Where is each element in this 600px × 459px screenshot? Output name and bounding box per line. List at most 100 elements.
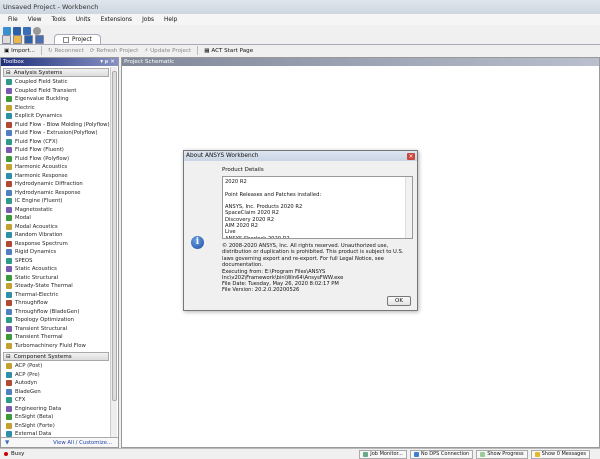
system-icon: [6, 266, 12, 273]
toolbox-item[interactable]: Electric: [1, 104, 118, 113]
system-icon: [6, 189, 12, 196]
show-messages-button[interactable]: Show 0 Messages: [530, 449, 590, 459]
toolbox-item-label: Coupled Field Static: [15, 79, 68, 86]
messages-label: Show 0 Messages: [541, 451, 586, 457]
toolbox-item[interactable]: Response Spectrum: [1, 240, 118, 249]
system-icon: [6, 274, 12, 281]
system-icon: [6, 121, 12, 128]
help-icon[interactable]: [33, 26, 41, 35]
menu-units[interactable]: Units: [76, 17, 91, 23]
toolbox-item-label: CFX: [15, 397, 26, 404]
toolbox-item[interactable]: Fluid Flow - Blow Molding (Polyflow): [1, 121, 118, 130]
toolbox-item-label: Random Vibration: [15, 232, 63, 239]
toolbox-item[interactable]: Fluid Flow (Polyflow): [1, 155, 118, 164]
view-all-link[interactable]: View All / Customize...: [53, 440, 112, 446]
scroll-thumb[interactable]: [112, 71, 117, 401]
toolbox-item[interactable]: Rigid Dynamics: [1, 248, 118, 257]
toolbox-item[interactable]: ACP (Post): [1, 362, 118, 371]
toolbox-item[interactable]: SPEOS: [1, 257, 118, 266]
toolbox-item[interactable]: Turbomachinery Fluid Flow: [1, 342, 118, 351]
toolbox-item[interactable]: Autodyn: [1, 379, 118, 388]
toolbox-group-header[interactable]: ⊟ Analysis Systems: [3, 68, 109, 77]
update-project-button[interactable]: ⚡ Update Project: [144, 48, 191, 54]
system-icon: [6, 172, 12, 179]
toolbox-group-header[interactable]: ⊟ Component Systems: [3, 352, 109, 361]
group-label: Analysis Systems: [13, 69, 63, 76]
toolbox-item[interactable]: Engineering Data: [1, 405, 118, 414]
toolbox-item[interactable]: Hydrodynamic Response: [1, 189, 118, 198]
menu-help[interactable]: Help: [164, 17, 177, 23]
save-icon[interactable]: [24, 35, 33, 44]
filter-icon[interactable]: ▼: [5, 440, 9, 446]
reconnect-button[interactable]: ↻ Reconnect: [48, 48, 84, 54]
toolbox-item[interactable]: Magnetostatic: [1, 206, 118, 215]
toolbox-item[interactable]: IC Engine (Fluent): [1, 197, 118, 206]
progress-label: Show Progress: [487, 451, 524, 457]
toolbox-item[interactable]: Modal Acoustics: [1, 223, 118, 232]
show-progress-button[interactable]: Show Progress: [476, 449, 528, 459]
toolbox-item[interactable]: Eigenvalue Buckling: [1, 95, 118, 104]
toolbox-item[interactable]: Topology Optimization: [1, 316, 118, 325]
details-scrollbar[interactable]: [405, 177, 412, 238]
toolbox-item-label: Throughflow: [15, 300, 48, 307]
toolbox-item[interactable]: Throughflow: [1, 299, 118, 308]
collapse-icon[interactable]: ⊟: [6, 354, 11, 360]
dps-connection-button[interactable]: No DPS Connection: [409, 449, 474, 459]
system-icon: [6, 371, 12, 378]
toolbox-item[interactable]: Static Acoustics: [1, 265, 118, 274]
toolbox-item[interactable]: Explicit Dynamics: [1, 112, 118, 121]
system-icon: [6, 181, 12, 188]
panel-controls[interactable]: ▾ ᵽ ✕: [100, 59, 115, 65]
toolbox-item[interactable]: Static Structural: [1, 274, 118, 283]
toolbox-item-label: Modal Acoustics: [15, 223, 58, 230]
save-icon[interactable]: [13, 26, 21, 35]
menu-jobs[interactable]: Jobs: [142, 17, 154, 23]
tab-project[interactable]: Project: [54, 34, 101, 44]
collapse-icon[interactable]: ⊟: [6, 70, 11, 76]
toolbox-item[interactable]: Transient Structural: [1, 325, 118, 334]
toolbox-item[interactable]: CFX: [1, 396, 118, 405]
toolbox-item-label: EnSight (Forte): [15, 422, 55, 429]
job-monitor-button[interactable]: Job Monitor...: [359, 449, 407, 459]
save-as-icon[interactable]: [35, 35, 44, 44]
toolbox-item[interactable]: Coupled Field Transient: [1, 87, 118, 96]
toolbox-item[interactable]: Steady-State Thermal: [1, 282, 118, 291]
toolbox-item[interactable]: Fluid Flow (Fluent): [1, 146, 118, 155]
toolbox-item[interactable]: EnSight (Beta): [1, 413, 118, 422]
toolbox-item[interactable]: Fluid Flow - Extrusion(Polyflow): [1, 129, 118, 138]
toolbox-item[interactable]: Throughflow (BladeGen): [1, 308, 118, 317]
toolbox-item[interactable]: Fluid Flow (CFX): [1, 138, 118, 147]
toolbox-item[interactable]: Modal: [1, 214, 118, 223]
system-icon: [6, 240, 12, 247]
close-icon[interactable]: ×: [407, 152, 415, 160]
open-icon[interactable]: [13, 35, 22, 44]
system-icon: [6, 155, 12, 162]
toolbox-item-label: Throughflow (BladeGen): [15, 308, 80, 315]
new-icon[interactable]: [2, 35, 11, 44]
toolbox-item[interactable]: EnSight (Forte): [1, 422, 118, 431]
toolbox-item[interactable]: Harmonic Acoustics: [1, 163, 118, 172]
toolbox-item[interactable]: Thermal-Electric: [1, 291, 118, 300]
toolbox-item-label: ACP (Pre): [15, 371, 40, 378]
ok-button[interactable]: OK: [387, 296, 411, 306]
toolbox-item[interactable]: Transient Thermal: [1, 333, 118, 342]
project-toolbar: ▣ Import... ↻ Reconnect ⟳ Refresh Projec…: [0, 45, 600, 56]
system-icon: [6, 164, 12, 171]
act-start-page-button[interactable]: ▦ ACT Start Page: [204, 48, 253, 54]
menu-extensions[interactable]: Extensions: [101, 17, 132, 23]
product-details-textbox[interactable]: 2020 R2 Point Releases and Patches instal…: [222, 176, 413, 239]
menu-tools[interactable]: Tools: [51, 17, 65, 23]
toolbox-item[interactable]: Hydrodynamic Diffraction: [1, 180, 118, 189]
toolbox-item[interactable]: Coupled Field Static: [1, 78, 118, 87]
menu-view[interactable]: View: [28, 17, 42, 23]
toolbox-item[interactable]: Random Vibration: [1, 231, 118, 240]
toolbox-item[interactable]: Harmonic Response: [1, 172, 118, 181]
toolbox-item[interactable]: ACP (Pre): [1, 371, 118, 380]
refresh-project-button[interactable]: ⟳ Refresh Project: [90, 48, 139, 54]
toolbox-scrollbar[interactable]: [110, 67, 117, 437]
save-as-icon[interactable]: [23, 26, 31, 35]
new-project-icon[interactable]: [3, 26, 11, 35]
import-button[interactable]: ▣ Import...: [4, 48, 35, 54]
menu-file[interactable]: File: [8, 17, 18, 23]
toolbox-item[interactable]: BladeGen: [1, 388, 118, 397]
